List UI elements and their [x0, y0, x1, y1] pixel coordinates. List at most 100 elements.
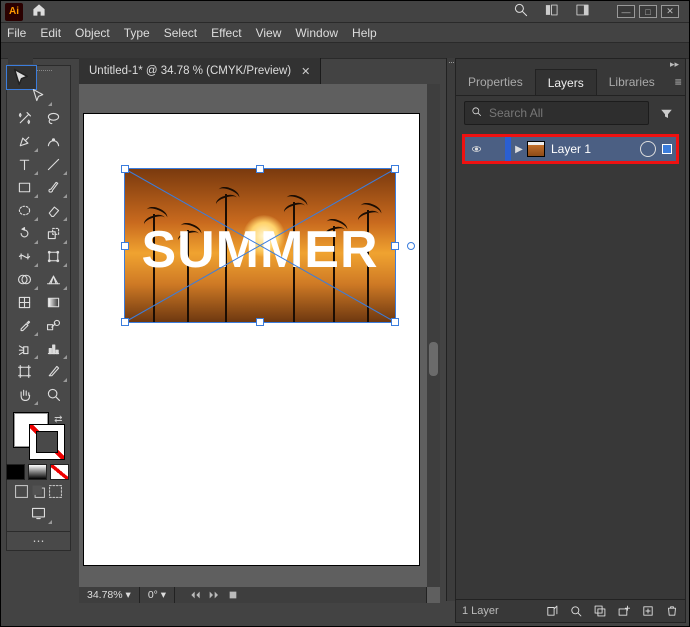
title-bar: Ai — □ ✕	[1, 1, 689, 23]
layer-search-placeholder: Search All	[489, 106, 543, 120]
handle-bot-mid[interactable]	[256, 318, 264, 326]
app-window: Ai — □ ✕ File Edit Object Type Select Ef…	[0, 0, 690, 627]
close-tab-icon[interactable]: ✕	[301, 65, 310, 78]
tab-layers[interactable]: Layers	[535, 69, 597, 95]
lasso-tool[interactable]	[39, 107, 68, 130]
handle-content-grabber[interactable]	[407, 242, 415, 250]
close-window-button[interactable]: ✕	[661, 5, 679, 18]
arrange-documents-icon[interactable]	[543, 3, 560, 20]
handle-mid-right[interactable]	[391, 242, 399, 250]
fill-stroke-swatch[interactable]: ⇄	[11, 412, 67, 460]
paintbrush-tool[interactable]	[39, 176, 68, 199]
panel-menu-icon[interactable]: ≡	[667, 69, 690, 95]
draw-inside-icon[interactable]	[47, 484, 64, 498]
zoom-level[interactable]: 34.78% ▾	[79, 587, 140, 603]
width-tool[interactable]	[10, 245, 39, 268]
menu-help[interactable]: Help	[352, 26, 377, 40]
menu-effect[interactable]: Effect	[211, 26, 241, 40]
direct-selection-tool[interactable]	[24, 84, 53, 107]
handle-bot-left[interactable]	[121, 318, 129, 326]
new-sublayer-icon[interactable]	[617, 604, 631, 618]
target-icon[interactable]	[640, 141, 656, 157]
color-mode-solid[interactable]	[6, 464, 25, 480]
mesh-tool[interactable]	[10, 291, 39, 314]
eyedropper-tool[interactable]	[10, 314, 39, 337]
perspective-grid-tool[interactable]	[39, 268, 68, 291]
menu-select[interactable]: Select	[164, 26, 197, 40]
options-bar	[1, 43, 689, 59]
make-clipping-mask-icon[interactable]	[593, 604, 607, 618]
maximize-button[interactable]: □	[639, 5, 657, 18]
document-tab[interactable]: Untitled-1* @ 34.78 % (CMYK/Preview) ✕	[79, 58, 321, 84]
tab-libraries[interactable]: Libraries	[597, 69, 667, 95]
rotate-tool[interactable]	[10, 222, 39, 245]
color-mode-gradient[interactable]	[28, 464, 47, 480]
selection-bounding-box[interactable]	[124, 168, 396, 323]
delete-layer-icon[interactable]	[665, 604, 679, 618]
tab-properties[interactable]: Properties	[456, 69, 535, 95]
locate-object-icon[interactable]	[569, 604, 583, 618]
panel-grip[interactable]: ▸▸	[456, 59, 685, 69]
curvature-tool[interactable]	[39, 130, 68, 153]
visibility-toggle-icon[interactable]	[465, 143, 487, 155]
shape-builder-tool[interactable]	[10, 268, 39, 291]
artboard[interactable]: SUMMER	[84, 114, 419, 565]
handle-mid-left[interactable]	[121, 242, 129, 250]
workspace-switcher-icon[interactable]	[574, 3, 591, 20]
slice-tool[interactable]	[39, 360, 68, 383]
toolbar-tab[interactable]	[8, 58, 33, 64]
handle-top-left[interactable]	[121, 165, 129, 173]
draw-mode-row	[13, 484, 64, 498]
rotate-view[interactable]: 0° ▾	[140, 587, 175, 603]
column-graph-tool[interactable]	[39, 337, 68, 360]
toolbar: ⇄ ⋯	[6, 65, 71, 551]
scale-tool[interactable]	[39, 222, 68, 245]
eraser-tool[interactable]	[39, 199, 68, 222]
magic-wand-tool[interactable]	[10, 107, 39, 130]
blend-tool[interactable]	[39, 314, 68, 337]
menu-type[interactable]: Type	[124, 26, 150, 40]
rectangle-tool[interactable]	[10, 176, 39, 199]
color-mode-none[interactable]	[50, 464, 69, 480]
document-tab-title: Untitled-1* @ 34.78 % (CMYK/Preview)	[89, 65, 291, 77]
menu-view[interactable]: View	[256, 26, 282, 40]
edit-toolbar-icon[interactable]: ⋯	[7, 531, 70, 550]
layer-filter-icon[interactable]	[655, 102, 677, 124]
menu-object[interactable]: Object	[75, 26, 110, 40]
vertical-scrollbar[interactable]	[427, 84, 440, 587]
placed-image[interactable]: SUMMER	[125, 169, 395, 322]
symbol-sprayer-tool[interactable]	[10, 337, 39, 360]
layer-row-layer1[interactable]: ▶ Layer 1	[462, 134, 679, 164]
zoom-tool[interactable]	[39, 383, 68, 406]
handle-bot-right[interactable]	[391, 318, 399, 326]
type-tool[interactable]	[10, 153, 39, 176]
minimize-button[interactable]: —	[617, 5, 635, 18]
layers-export-icon[interactable]	[545, 604, 559, 618]
artboard-nav[interactable]	[175, 587, 427, 603]
shaper-tool[interactable]	[10, 199, 39, 222]
screen-mode-icon[interactable]	[24, 502, 53, 525]
menu-edit[interactable]: Edit	[40, 26, 61, 40]
free-transform-tool[interactable]	[39, 245, 68, 268]
layers-panel-footer: 1 Layer	[456, 599, 685, 622]
line-segment-tool[interactable]	[39, 153, 68, 176]
draw-behind-icon[interactable]	[30, 484, 47, 498]
pen-tool[interactable]	[10, 130, 39, 153]
search-icon[interactable]	[513, 2, 529, 21]
stroke-swatch[interactable]	[29, 424, 65, 460]
document-area: SUMMER 34.78% ▾ 0° ▾	[79, 84, 440, 603]
menu-file[interactable]: File	[7, 26, 26, 40]
layer-name[interactable]: Layer 1	[551, 142, 640, 156]
menu-window[interactable]: Window	[295, 26, 338, 40]
layer-search-input[interactable]: Search All	[464, 101, 649, 125]
handle-top-mid[interactable]	[256, 165, 264, 173]
new-layer-icon[interactable]	[641, 604, 655, 618]
handle-top-right[interactable]	[391, 165, 399, 173]
hand-tool[interactable]	[10, 383, 39, 406]
draw-normal-icon[interactable]	[13, 484, 30, 498]
home-icon[interactable]	[31, 2, 47, 22]
expand-layer-icon[interactable]: ▶	[511, 144, 527, 155]
artboard-tool[interactable]	[10, 360, 39, 383]
gradient-tool[interactable]	[39, 291, 68, 314]
menu-bar: File Edit Object Type Select Effect View…	[1, 23, 689, 43]
